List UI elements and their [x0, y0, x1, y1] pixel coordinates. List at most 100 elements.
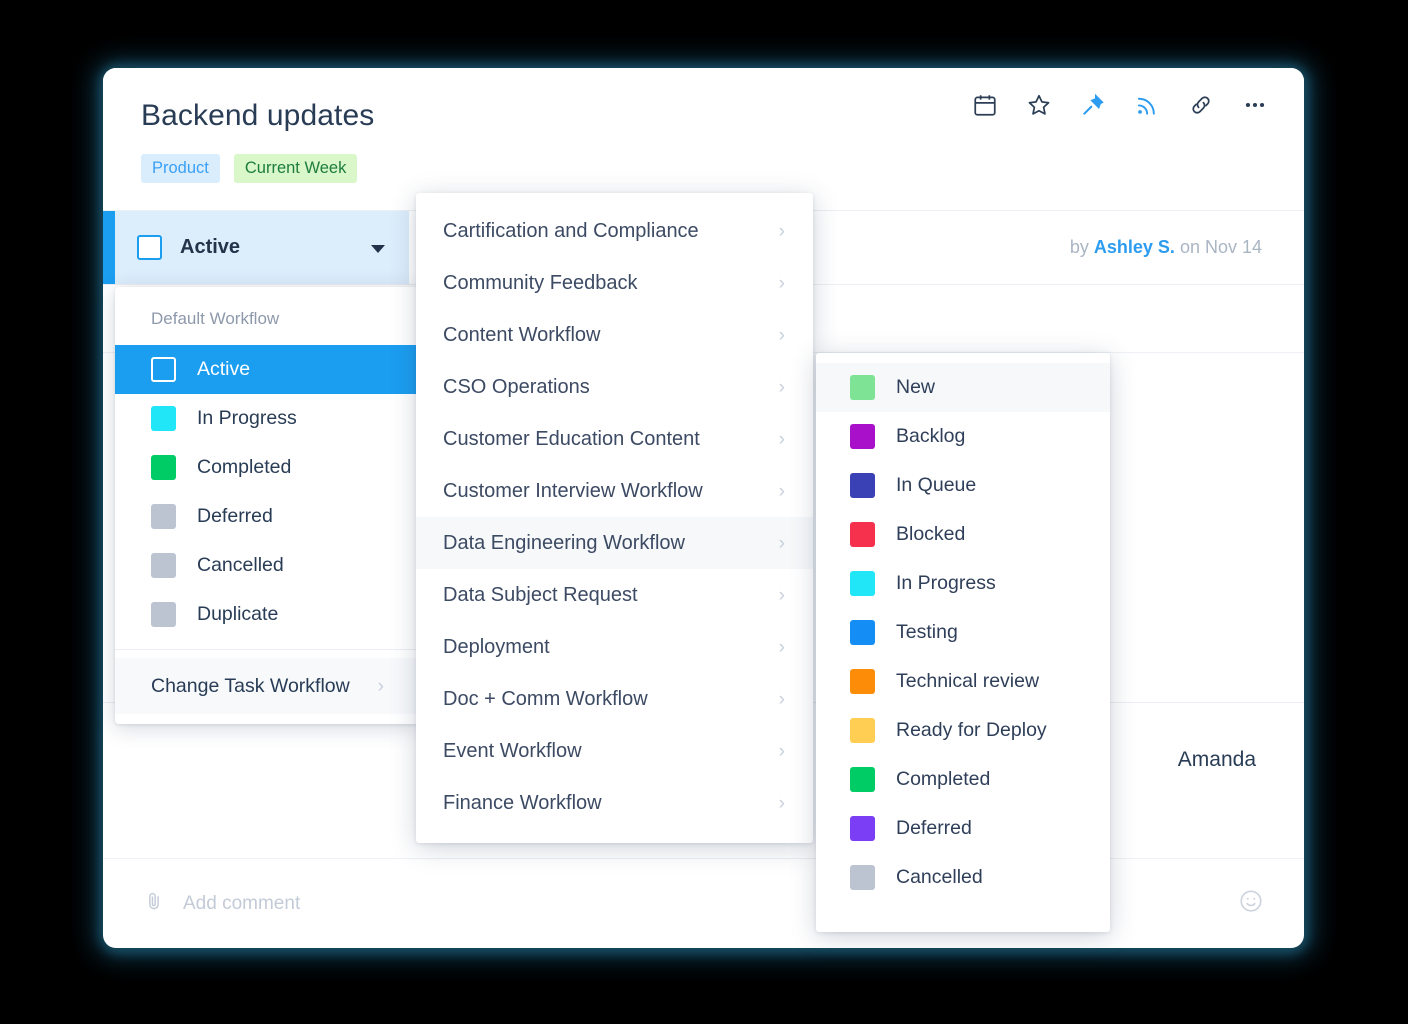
workflow-menu-item-label: CSO Operations — [443, 375, 590, 398]
byline-suffix: on Nov 14 — [1179, 236, 1262, 257]
status-submenu-item-label: Blocked — [896, 523, 966, 545]
workflow-menu-item-label: Customer Education Content — [443, 427, 700, 450]
status-swatch — [151, 455, 176, 480]
status-submenu-item[interactable]: In Queue — [816, 461, 1110, 510]
workflow-menu-item[interactable]: Data Subject Request › — [416, 569, 813, 621]
status-submenu: New Backlog In Queue Blocked In Progress Test… — [816, 353, 1110, 932]
workflow-menu-item[interactable]: Event Workflow › — [416, 725, 813, 777]
chevron-right-icon: › — [778, 740, 785, 762]
status-submenu-item[interactable]: Technical review — [816, 657, 1110, 706]
workflow-item-duplicate[interactable]: Duplicate — [115, 590, 420, 639]
workflow-menu-item-label: Finance Workflow — [443, 791, 602, 814]
chevron-right-icon: › — [778, 532, 785, 554]
tag-current-week[interactable]: Current Week — [233, 154, 358, 183]
workflow-menu-item[interactable]: Deployment › — [416, 621, 813, 673]
workflow-menu-item-label: Cartification and Compliance — [443, 219, 699, 242]
workflow-menu-item[interactable]: Data Engineering Workflow › — [416, 517, 813, 569]
status-submenu-item[interactable]: In Progress — [816, 559, 1110, 608]
chevron-right-icon: › — [778, 324, 785, 346]
workflow-item-label: In Progress — [197, 407, 297, 429]
status-submenu-item[interactable]: New — [816, 363, 1110, 412]
workflow-item-completed[interactable]: Completed — [115, 443, 420, 492]
status-swatch — [850, 620, 875, 645]
dropdown-divider — [115, 649, 420, 650]
status-submenu-item[interactable]: Blocked — [816, 510, 1110, 559]
status-stripe — [103, 211, 115, 284]
page-title: Backend updates — [141, 99, 375, 132]
workflow-item-active[interactable]: Active — [115, 345, 420, 394]
workflow-menu-item[interactable]: Content Workflow › — [416, 309, 813, 361]
chevron-right-icon: › — [778, 376, 785, 398]
tag-list: Product Current Week — [141, 154, 358, 183]
link-icon[interactable] — [1188, 92, 1214, 118]
workflow-menu-item[interactable]: Finance Workflow › — [416, 777, 813, 829]
chevron-right-icon: › — [778, 688, 785, 710]
status-submenu-item-label: In Progress — [896, 572, 996, 594]
chevron-right-icon: › — [778, 428, 785, 450]
status-selector[interactable]: Active — [115, 211, 409, 284]
tag-product[interactable]: Product — [141, 154, 220, 183]
status-submenu-item[interactable]: Backlog — [816, 412, 1110, 461]
status-swatch — [850, 865, 875, 890]
workflow-menu-item-label: Content Workflow — [443, 323, 601, 346]
workflow-menu-item-label: Doc + Comm Workflow — [443, 687, 648, 710]
task-checkbox[interactable] — [137, 235, 162, 260]
workflow-menu-item-label: Event Workflow — [443, 739, 582, 762]
status-swatch — [850, 669, 875, 694]
status-swatch — [850, 522, 875, 547]
chevron-right-icon: › — [778, 636, 785, 658]
status-submenu-item[interactable]: Deferred — [816, 804, 1110, 853]
status-submenu-item[interactable]: Testing — [816, 608, 1110, 657]
workflow-menu: Cartification and Compliance › Community F… — [416, 193, 813, 843]
smiley-icon[interactable] — [1238, 888, 1264, 919]
workflow-item-label: Deferred — [197, 505, 273, 527]
workflow-menu-item[interactable]: Customer Education Content › — [416, 413, 813, 465]
status-submenu-item-label: New — [896, 376, 936, 398]
status-swatch — [850, 571, 875, 596]
status-swatch — [151, 357, 176, 382]
workflow-menu-item[interactable]: Doc + Comm Workflow › — [416, 673, 813, 725]
byline-prefix: by — [1069, 236, 1089, 257]
workflow-menu-item[interactable]: Community Feedback › — [416, 257, 813, 309]
card-header: Backend updates Product Current Week — [103, 68, 1304, 210]
app-root: Backend updates Product Current Week Act… — [0, 0, 1408, 1024]
calendar-icon[interactable] — [972, 92, 998, 118]
workflow-item-label: Duplicate — [197, 603, 279, 625]
workflow-menu-item-label: Deployment — [443, 635, 550, 658]
status-swatch — [850, 767, 875, 792]
workflow-menu-item-label: Community Feedback — [443, 271, 638, 294]
workflow-menu-item[interactable]: Customer Interview Workflow › — [416, 465, 813, 517]
workflow-item-in-progress[interactable]: In Progress — [115, 394, 420, 443]
workflow-menu-item[interactable]: Cartification and Compliance › — [416, 205, 813, 257]
status-submenu-item[interactable]: Ready for Deploy — [816, 706, 1110, 755]
status-swatch — [151, 504, 176, 529]
chevron-right-icon: › — [778, 792, 785, 814]
comment-input[interactable]: Add comment — [183, 893, 300, 915]
status-swatch — [850, 816, 875, 841]
status-submenu-item[interactable]: Cancelled — [816, 853, 1110, 902]
pin-icon[interactable] — [1080, 92, 1106, 118]
comment-paperclip-icon[interactable] — [143, 890, 165, 917]
header-icon-bar — [972, 92, 1268, 118]
status-submenu-item-label: Testing — [896, 621, 958, 643]
status-submenu-item-label: Technical review — [896, 670, 1040, 692]
comment-bar[interactable]: Add comment — [103, 858, 1304, 948]
status-label: Active — [180, 236, 241, 258]
star-icon[interactable] — [1026, 92, 1052, 118]
chevron-right-icon: › — [778, 220, 785, 242]
chevron-down-icon[interactable] — [371, 244, 385, 253]
workflow-menu-item[interactable]: CSO Operations › — [416, 361, 813, 413]
status-submenu-item-label: Deferred — [896, 817, 972, 839]
workflow-item-deferred[interactable]: Deferred — [115, 492, 420, 541]
workflow-item-label: Completed — [197, 456, 292, 478]
feed-icon[interactable] — [1134, 92, 1160, 118]
status-swatch — [151, 602, 176, 627]
status-submenu-item[interactable]: Completed — [816, 755, 1110, 804]
assignee-name: Amanda — [1177, 748, 1256, 771]
more-icon[interactable] — [1242, 92, 1268, 118]
byline-author[interactable]: Ashley S. — [1094, 237, 1175, 257]
workflow-item-cancelled[interactable]: Cancelled — [115, 541, 420, 590]
change-task-workflow-button[interactable]: Change Task Workflow › — [115, 658, 420, 714]
workflow-menu-item-label: Data Engineering Workflow — [443, 531, 685, 554]
chevron-right-icon: › — [778, 584, 785, 606]
